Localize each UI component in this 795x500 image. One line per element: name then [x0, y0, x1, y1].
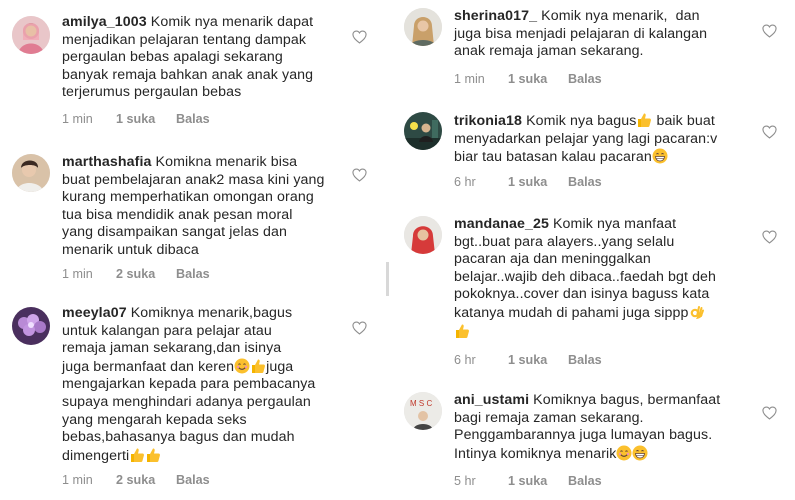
smiling-face-emoji [616, 445, 632, 461]
smiling-face-emoji [234, 358, 250, 374]
comment-time: 1 min [62, 112, 93, 126]
heart-icon[interactable] [762, 125, 777, 139]
comment-likes[interactable]: 1 suka [116, 112, 176, 126]
reply-button[interactable]: Balas [568, 175, 602, 189]
comment-username[interactable]: sherina017_ [454, 8, 537, 24]
reply-button[interactable]: Balas [568, 474, 602, 488]
scroll-divider [386, 262, 389, 296]
avatar-image [404, 216, 442, 254]
comment-meta: 1 min 1 suka Balas [62, 112, 210, 126]
thumbs-up-emoji [250, 358, 266, 374]
comment-username[interactable]: meeyla07 [62, 305, 127, 321]
avatar[interactable] [404, 216, 442, 254]
comment-username[interactable]: mandanae_25 [454, 216, 549, 232]
thumbs-up-emoji [129, 447, 145, 463]
reply-button[interactable]: Balas [176, 112, 210, 126]
reply-button[interactable]: Balas [176, 267, 210, 281]
thumbs-up-emoji [454, 323, 470, 339]
avatar-image [404, 112, 442, 150]
comment-likes[interactable]: 1 suka [508, 353, 568, 367]
comment-body: amilya_1003 Komik nya menarik dapat menj… [62, 14, 343, 102]
comment-meta: 6 hr 1 suka Balas [454, 175, 602, 189]
avatar-image [12, 307, 50, 345]
comments-column-right: sherina017_ Komik nya menarik, dan juga … [392, 0, 795, 500]
heart-icon[interactable] [352, 30, 367, 44]
reply-button[interactable]: Balas [176, 473, 210, 487]
avatar[interactable]: M S C [404, 392, 442, 430]
comments-column-left: amilya_1003 Komik nya menarik dapat menj… [0, 0, 385, 500]
comment-time: 6 hr [454, 353, 476, 367]
comment-body: mandanae_25 Komik nya manfaat bgt..buat … [454, 216, 753, 341]
avatar-image [12, 154, 50, 192]
comment-text: Komik nya bagus [522, 113, 637, 129]
reply-button[interactable]: Balas [568, 72, 602, 86]
heart-icon[interactable] [762, 406, 777, 420]
comment-body: ani_ustami Komiknya bagus, bermanfaat ba… [454, 392, 753, 463]
avatar-image [12, 16, 50, 54]
comment-meta: 5 hr 1 suka Balas [454, 474, 602, 488]
comment-time: 1 min [62, 267, 93, 281]
avatar-image: M S C [404, 392, 442, 430]
comment-likes[interactable]: 1 suka [508, 175, 568, 189]
heart-icon[interactable] [352, 168, 367, 182]
comment-body: meeyla07 Komiknya menarik,bagus untuk ka… [62, 305, 343, 465]
comment-meta: 6 hr 1 suka Balas [454, 353, 602, 367]
thumbs-up-emoji [145, 447, 161, 463]
comment-meta: 1 min 2 suka Balas [62, 473, 210, 487]
avatar-image [404, 8, 442, 46]
avatar[interactable] [12, 16, 50, 54]
avatar[interactable] [404, 112, 442, 150]
comment-time: 1 min [62, 473, 93, 487]
comment-body: sherina017_ Komik nya menarik, dan juga … [454, 8, 753, 61]
comment-body: marthashafia Komikna menarik bisa buat p… [62, 154, 343, 260]
heart-icon[interactable] [762, 230, 777, 244]
comment-meta: 1 min 2 suka Balas [62, 267, 210, 281]
comment-time: 5 hr [454, 474, 476, 488]
avatar[interactable] [12, 307, 50, 345]
comment-username[interactable]: ani_ustami [454, 392, 529, 408]
comment-username[interactable]: amilya_1003 [62, 14, 147, 30]
grinning-face-emoji [632, 445, 648, 461]
avatar[interactable] [12, 154, 50, 192]
comment-likes[interactable]: 1 suka [508, 474, 568, 488]
heart-icon[interactable] [352, 321, 367, 335]
reply-button[interactable]: Balas [568, 353, 602, 367]
svg-text:M S C: M S C [410, 399, 432, 408]
comment-meta: 1 min 1 suka Balas [454, 72, 602, 86]
avatar[interactable] [404, 8, 442, 46]
comment-time: 6 hr [454, 175, 476, 189]
comment-likes[interactable]: 1 suka [508, 72, 568, 86]
comment-likes[interactable]: 2 suka [116, 267, 176, 281]
comment-likes[interactable]: 2 suka [116, 473, 176, 487]
comment-username[interactable]: marthashafia [62, 154, 152, 170]
comment-time: 1 min [454, 72, 485, 86]
comment-username[interactable]: trikonia18 [454, 113, 522, 129]
grinning-face-emoji [652, 148, 668, 164]
comment-body: trikonia18 Komik nya bagus baik buat men… [454, 112, 753, 167]
ok-hand-emoji [689, 304, 705, 320]
heart-icon[interactable] [762, 24, 777, 38]
thumbs-up-emoji [636, 112, 652, 128]
